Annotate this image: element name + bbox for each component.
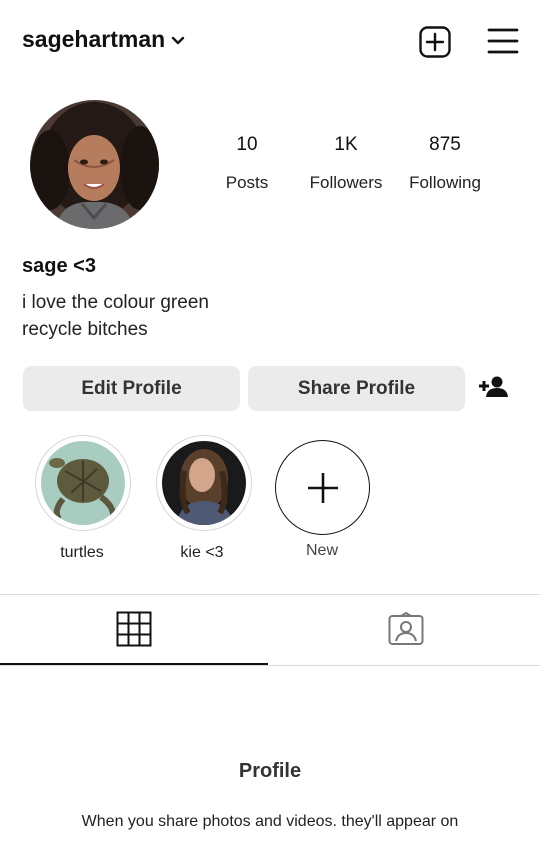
posts-count: 10 [236, 134, 258, 155]
create-post-button[interactable] [417, 24, 453, 60]
highlight-label: turtles [60, 544, 104, 561]
bio-line: i love the colour green [22, 292, 209, 313]
highlight-kie[interactable] [156, 435, 252, 531]
grid-icon [116, 611, 152, 647]
profile-avatar[interactable] [30, 100, 159, 229]
new-highlight-button[interactable] [275, 440, 370, 535]
highlight-label: New [305, 542, 338, 559]
username: sagehartman [22, 26, 166, 52]
turtle-photo [41, 441, 125, 525]
followers-label[interactable]: Followers [301, 173, 391, 193]
empty-state-title: Profile [238, 760, 302, 782]
following-count[interactable]: 875 [400, 134, 490, 156]
chevron-down-icon [171, 36, 185, 44]
username-dropdown[interactable]: sagehartman [22, 26, 185, 53]
tabs-divider [0, 665, 540, 666]
discover-people-button[interactable] [476, 372, 510, 402]
posts-label: Posts [225, 173, 269, 192]
menu-button[interactable] [486, 26, 520, 56]
highlight-label: kie <3 [180, 544, 224, 561]
bio-line: recycle bitches [22, 319, 148, 340]
tab-tagged[interactable] [272, 595, 540, 663]
share-profile-button[interactable]: Share Profile [248, 366, 465, 411]
hamburger-menu-icon [487, 28, 519, 54]
tagged-person-icon [388, 612, 424, 645]
avatar-photo [30, 100, 159, 229]
edit-profile-button[interactable]: Edit Profile [23, 366, 240, 411]
followers-count[interactable]: 1K [301, 134, 391, 156]
plus-square-icon [419, 26, 451, 58]
display-name: sage <3 [22, 255, 96, 277]
add-person-icon [479, 376, 508, 397]
plus-icon [307, 472, 338, 503]
highlight-turtles[interactable] [35, 435, 131, 531]
tab-posts-grid[interactable] [0, 595, 268, 663]
kie-photo [162, 441, 246, 525]
following-label[interactable]: Following [400, 173, 490, 193]
empty-state-text: When you share photos and videos. they'l… [81, 813, 459, 830]
